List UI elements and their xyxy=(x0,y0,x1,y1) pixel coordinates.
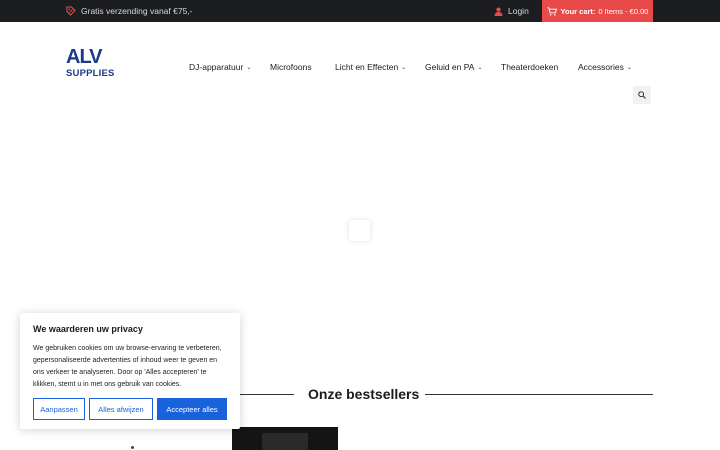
cart-icon xyxy=(546,6,557,16)
login-link[interactable]: Login xyxy=(494,0,529,22)
nav-item-accessories[interactable]: Accessories ⌄ xyxy=(578,62,632,72)
heading-divider-right xyxy=(425,394,653,395)
login-label: Login xyxy=(508,6,529,16)
nav-item-dj-apparatuur[interactable]: DJ-apparatuur ⌄ xyxy=(189,62,251,72)
product-image-detail xyxy=(262,433,308,450)
nav-item-label: Licht en Effecten xyxy=(335,62,399,72)
nav-item-label: DJ-apparatuur xyxy=(189,62,244,72)
cookie-customize-button[interactable]: Aanpassen xyxy=(33,398,85,420)
cookie-actions: Aanpassen Alles afwijzen Accepteer alles xyxy=(33,398,227,420)
free-shipping-text: Gratis verzending vanaf €75,- xyxy=(81,6,193,16)
cart-summary: 0 Items - €0.00 xyxy=(598,6,649,16)
nav-item-label: Microfoons xyxy=(270,62,312,72)
tag-percent-icon xyxy=(66,6,76,16)
chevron-down-icon: ⌄ xyxy=(246,64,252,71)
nav-item-label: Accessories xyxy=(578,62,624,72)
top-bar: Gratis verzending vanaf €75,- Login Your… xyxy=(0,0,720,22)
cart-button[interactable]: Your cart: 0 Items - €0.00 xyxy=(542,0,653,22)
cookie-consent-banner: We waarderen uw privacy We gebruiken coo… xyxy=(20,313,240,429)
nav-item-label: Geluid en PA xyxy=(425,62,475,72)
slider-loading-indicator xyxy=(349,220,370,241)
bestsellers-heading: Onze bestsellers xyxy=(238,386,653,402)
user-icon xyxy=(494,7,503,16)
nav-item-theaterdoeken[interactable]: Theaterdoeken xyxy=(501,62,558,72)
product-image[interactable] xyxy=(232,427,338,450)
main-navigation: DJ-apparatuur ⌄ Microfoons Licht en Effe… xyxy=(0,62,720,76)
chevron-down-icon: ⌄ xyxy=(477,64,483,71)
cookie-reject-button[interactable]: Alles afwijzen xyxy=(89,398,153,420)
free-shipping-notice: Gratis verzending vanaf €75,- xyxy=(66,0,193,22)
cart-label: Your cart: xyxy=(560,6,596,16)
nav-item-label: Theaterdoeken xyxy=(501,62,559,72)
nav-item-microfoons[interactable]: Microfoons xyxy=(270,62,312,72)
nav-item-licht-en-effecten[interactable]: Licht en Effecten ⌄ xyxy=(335,62,406,72)
section-title: Onze bestsellers xyxy=(308,386,420,402)
search-icon xyxy=(638,86,646,104)
carousel-dot xyxy=(131,446,134,449)
cookie-title: We waarderen uw privacy xyxy=(33,324,143,334)
chevron-down-icon: ⌄ xyxy=(626,64,632,71)
search-button[interactable] xyxy=(633,86,651,104)
heading-divider-left xyxy=(238,394,294,395)
cookie-accept-button[interactable]: Accepteer alles xyxy=(157,398,227,420)
nav-item-geluid-en-pa[interactable]: Geluid en PA ⌄ xyxy=(425,62,483,72)
chevron-down-icon: ⌄ xyxy=(401,64,407,71)
cookie-description: We gebruiken cookies om uw browse-ervari… xyxy=(33,345,222,388)
